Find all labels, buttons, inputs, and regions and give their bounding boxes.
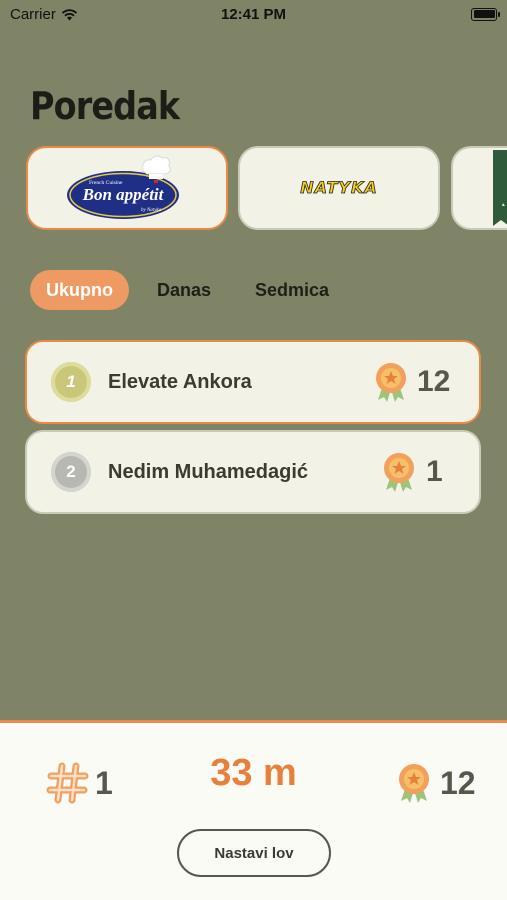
tab-ukupno[interactable]: Ukupno xyxy=(30,270,129,310)
svg-text:by Natyka: by Natyka xyxy=(141,208,162,213)
tab-sedmica[interactable]: Sedmica xyxy=(239,270,345,310)
natyka-wordmark: NATYKA xyxy=(300,178,378,197)
status-left: Carrier xyxy=(10,6,78,23)
medal-icon xyxy=(399,764,429,803)
sponsor-card-partial[interactable] xyxy=(451,146,507,230)
leaderboard-row[interactable]: 2 Nedim Muhamedagić 1 xyxy=(25,430,481,514)
leaderboard-row[interactable]: 1 Elevate Ankora 12 xyxy=(25,340,481,424)
tab-danas[interactable]: Danas xyxy=(141,270,227,310)
continue-hunt-button[interactable]: Nastavi lov xyxy=(177,829,331,877)
player-name: Elevate Ankora xyxy=(108,370,252,393)
rank-badge-silver: 2 xyxy=(51,452,91,492)
page-title: Poredak xyxy=(30,84,180,128)
sponsor-card-bon-appetit[interactable]: French Cuisine Bon appétit by Natyka xyxy=(26,146,228,230)
score-value: 1 xyxy=(426,455,443,488)
medal-icon xyxy=(376,363,406,402)
rank-badge-gold: 1 xyxy=(51,362,91,402)
sponsor-card-natyka[interactable]: NATYKA xyxy=(238,146,440,230)
bon-appetit-logo: French Cuisine Bon appétit by Natyka xyxy=(67,155,179,219)
bon-appetit-wordmark: Bon appétit xyxy=(82,185,165,204)
sponsor-flag-icon xyxy=(493,150,507,226)
score-value: 12 xyxy=(417,365,451,398)
natyka-logo: NATYKA xyxy=(300,178,378,198)
medal-icon xyxy=(384,453,414,492)
carrier-label: Carrier xyxy=(10,5,56,23)
medal-count: 12 xyxy=(440,765,476,801)
sponsor-carousel[interactable]: French Cuisine Bon appétit by Natyka NAT… xyxy=(0,146,507,232)
period-tabs: Ukupno Danas Sedmica xyxy=(30,270,345,310)
wifi-icon xyxy=(61,8,78,20)
player-name: Nedim Muhamedagić xyxy=(108,460,309,483)
status-bar: Carrier 12:41 PM xyxy=(0,0,507,28)
battery-icon xyxy=(471,7,500,21)
